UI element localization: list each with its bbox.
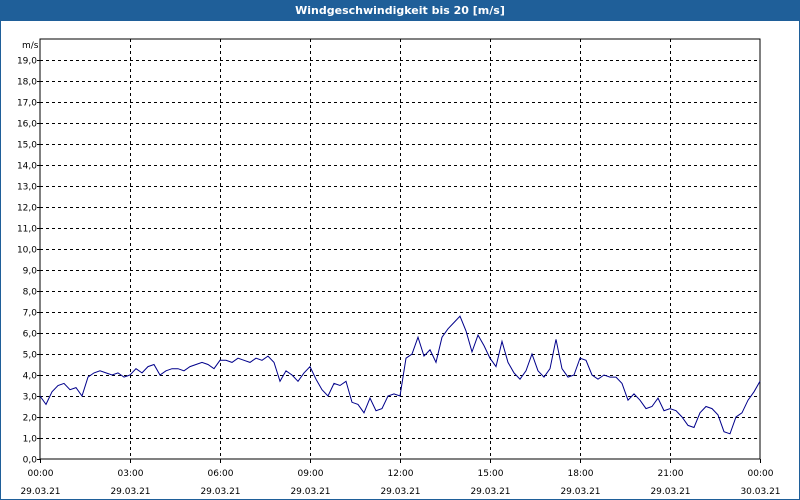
y-tick-label: 0,0 <box>23 456 38 466</box>
x-tick-label-date: 29.03.21 <box>560 487 600 497</box>
y-tick-label: 8,0 <box>23 288 38 298</box>
x-tick-label-time: 18:00 <box>568 469 594 479</box>
x-tick-label-time: 00:00 <box>28 469 54 479</box>
x-tick-label-date: 29.03.21 <box>470 487 510 497</box>
y-tick-label: 18,0 <box>17 78 37 88</box>
x-tick-label-date: 30.03.21 <box>740 487 780 497</box>
y-tick-label: 10,0 <box>17 246 37 256</box>
x-axis: 00:00 29.03.21 03:00 29.03.21 06:00 29.03.21 0… <box>20 459 781 497</box>
y-tick-label: 9,0 <box>23 267 38 277</box>
y-tick-label: 1,0 <box>23 435 38 445</box>
y-tick-label: 14,0 <box>17 162 37 172</box>
y-tick-label: 19,0 <box>17 57 37 67</box>
y-tick-label: 12,0 <box>17 204 37 214</box>
x-tick-label-date: 29.03.21 <box>290 487 330 497</box>
x-tick-label-date: 29.03.21 <box>20 487 60 497</box>
y-axis: 0,0 1,0 2,0 3,0 4,0 5,0 6,0 7,0 8,0 9,0 10,0 11,0 12… <box>17 57 40 466</box>
x-tick-label-date: 29.03.21 <box>200 487 240 497</box>
x-tick-label-time: 15:00 <box>478 469 504 479</box>
x-tick-label-time: 21:00 <box>658 469 684 479</box>
x-tick-label-date: 29.03.21 <box>380 487 420 497</box>
y-tick-label: 15,0 <box>17 141 37 151</box>
y-tick-label: 3,0 <box>23 393 38 403</box>
x-tick-label-time: 06:00 <box>208 469 234 479</box>
y-tick-label: 4,0 <box>23 372 38 382</box>
y-tick-label: 2,0 <box>23 414 38 424</box>
line-chart: 0,0 1,0 2,0 3,0 4,0 5,0 6,0 7,0 8,0 9,0 10,0 11,0 12… <box>17 38 781 497</box>
y-tick-label: 11,0 <box>17 225 37 235</box>
x-tick-label-date: 29.03.21 <box>650 487 690 497</box>
y-axis-label: m/s <box>22 41 39 51</box>
x-tick-label-time: 00:00 <box>748 469 774 479</box>
x-tick-label-time: 03:00 <box>118 469 144 479</box>
x-tick-label-time: 09:00 <box>298 469 324 479</box>
y-tick-label: 6,0 <box>23 330 38 340</box>
y-tick-label: 16,0 <box>17 120 37 130</box>
y-tick-label: 5,0 <box>23 351 38 361</box>
y-tick-label: 7,0 <box>23 309 38 319</box>
y-tick-label: 13,0 <box>17 183 37 193</box>
x-tick-label-date: 29.03.21 <box>110 487 150 497</box>
x-tick-label-time: 12:00 <box>388 469 414 479</box>
y-tick-label: 17,0 <box>17 99 37 109</box>
